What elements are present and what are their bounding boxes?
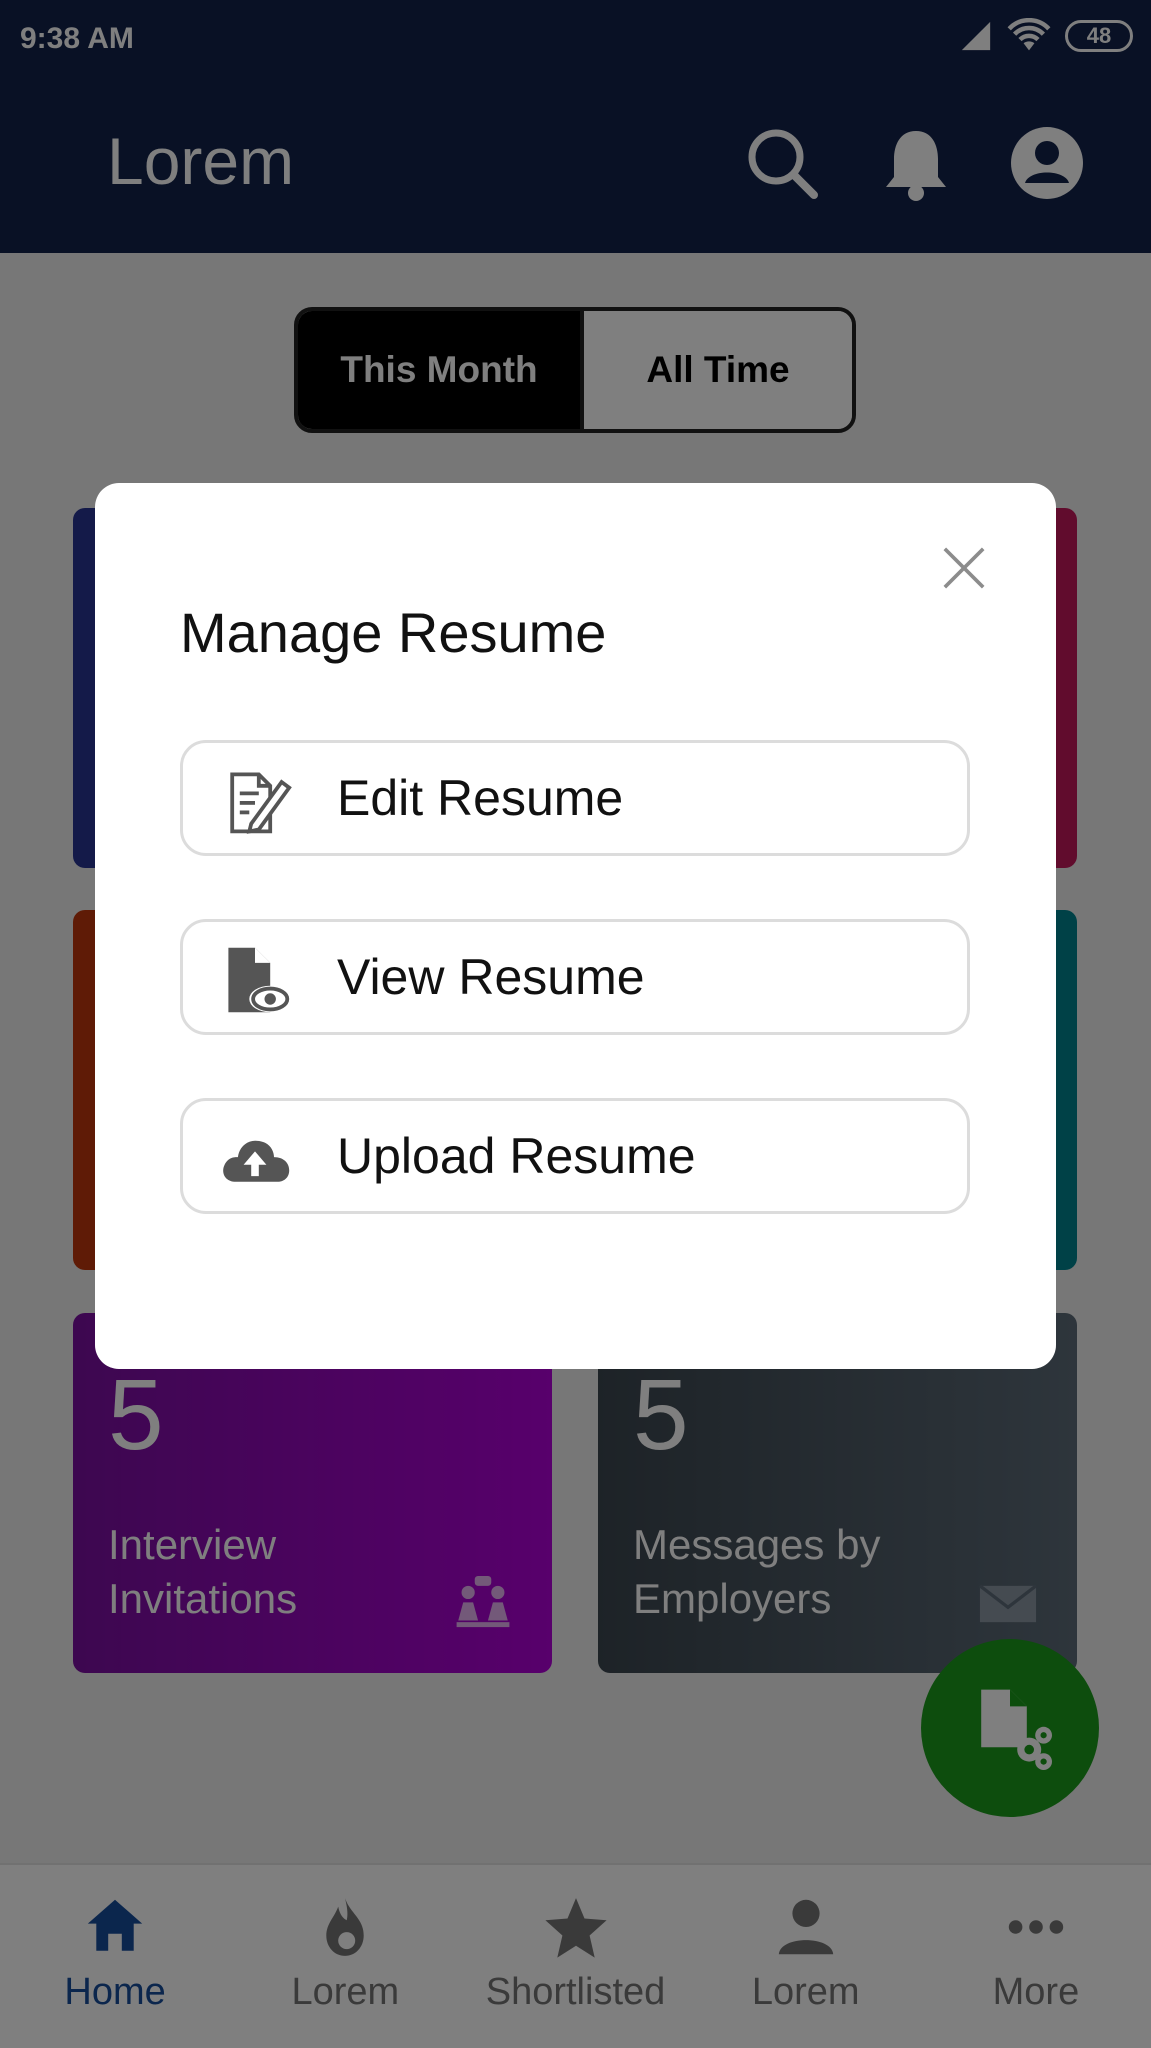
view-document-icon <box>228 947 292 1013</box>
edit-resume-button[interactable]: Edit Resume <box>180 740 970 856</box>
cloud-upload-icon <box>223 1140 290 1182</box>
button-label: Upload Resume <box>337 1128 696 1184</box>
upload-resume-button[interactable]: Upload Resume <box>180 1098 970 1214</box>
manage-resume-dialog: Manage Resume Edit Resume View Resume Up… <box>95 483 1056 1369</box>
close-icon[interactable] <box>940 544 988 592</box>
edit-document-icon <box>230 772 292 834</box>
view-resume-button[interactable]: View Resume <box>180 919 970 1035</box>
button-label: View Resume <box>337 949 645 1005</box>
dialog-title: Manage Resume <box>180 601 607 664</box>
button-label: Edit Resume <box>337 770 624 826</box>
